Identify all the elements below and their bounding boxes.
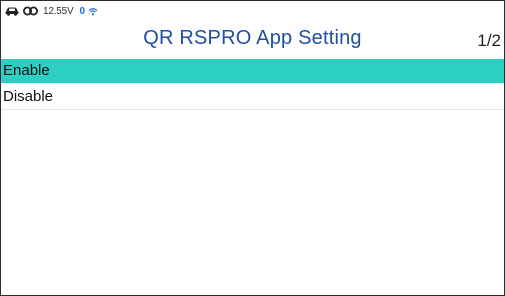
header: QR RSPRO App Setting 1/2 bbox=[1, 25, 504, 55]
options-list: Enable Disable bbox=[1, 59, 504, 110]
wifi-icon bbox=[88, 7, 98, 16]
obd-link-icon bbox=[23, 6, 38, 16]
car-icon bbox=[4, 6, 20, 16]
status-bar: 12.55V 0 bbox=[1, 1, 504, 21]
page-title: QR RSPRO App Setting bbox=[143, 27, 362, 49]
voltage-reading: 12.55V bbox=[43, 5, 74, 17]
option-enable[interactable]: Enable bbox=[1, 59, 504, 83]
app-screen: 12.55V 0 QR RSPRO App Setting 1/2 Enable… bbox=[0, 0, 505, 296]
page-indicator: 1/2 bbox=[477, 31, 501, 50]
option-disable[interactable]: Disable bbox=[1, 83, 504, 110]
status-indicator-value: 0 bbox=[79, 5, 86, 17]
